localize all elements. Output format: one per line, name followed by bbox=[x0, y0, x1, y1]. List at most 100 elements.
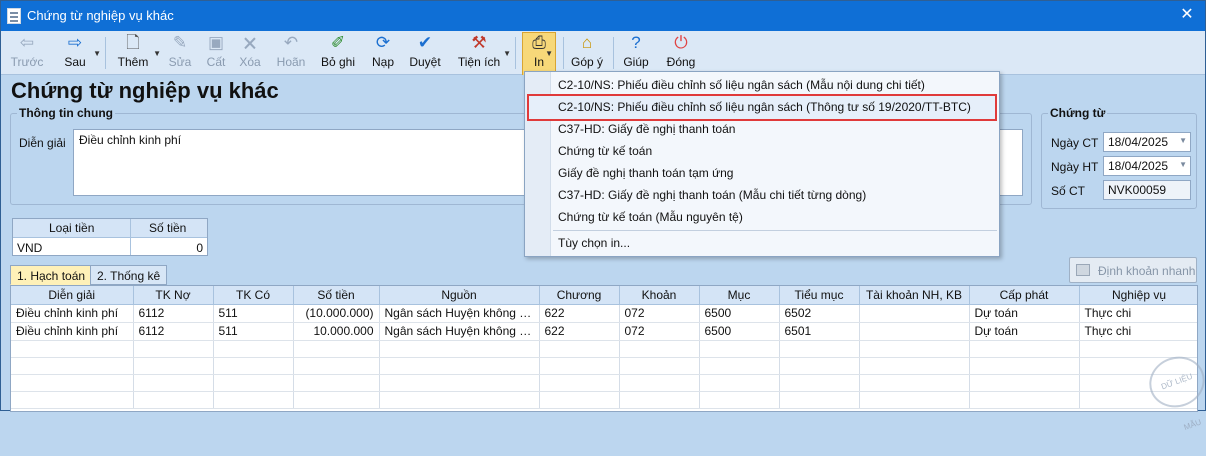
cell[interactable]: 6112 bbox=[133, 304, 214, 323]
cell[interactable]: Điều chỉnh kinh phí bbox=[11, 322, 134, 341]
feedback-button[interactable]: ⌂ Góp ý bbox=[569, 33, 605, 73]
cell[interactable]: 511 bbox=[213, 304, 294, 323]
save-button[interactable]: ▣ Cất bbox=[201, 33, 231, 73]
close-window-button[interactable]: ✕ bbox=[1177, 5, 1197, 25]
chevron-down-icon[interactable]: ▼ bbox=[1179, 160, 1187, 169]
tab-thong-ke[interactable]: 2. Thống kê bbox=[90, 265, 168, 285]
currency-type-header: Loại tiền bbox=[49, 221, 95, 235]
cell[interactable]: Dự toán bbox=[969, 322, 1080, 341]
cell[interactable]: Ngân sách Huyện không tự c... bbox=[379, 304, 540, 323]
toolbar: ⇦ Trước ⇨ Sau ▼ 🗋 Thêm ▼ ✎ Sửa ▣ Cất 🗙 X… bbox=[1, 31, 1205, 75]
unpost-button[interactable]: ✐ Bỏ ghi bbox=[317, 33, 359, 73]
cell[interactable]: Dự toán bbox=[969, 304, 1080, 323]
help-button[interactable]: ? Giúp bbox=[621, 33, 651, 73]
currency-type-value[interactable]: VND bbox=[17, 241, 42, 255]
checkmark-icon: ✔ bbox=[417, 33, 433, 52]
cell[interactable]: 6112 bbox=[133, 322, 214, 341]
arrow-right-icon: ⇨ bbox=[67, 33, 83, 52]
undo-icon: ↶ bbox=[283, 33, 299, 52]
quick-posting-button[interactable]: Định khoản nhanh bbox=[1069, 257, 1197, 283]
delete-button[interactable]: 🗙 Xóa bbox=[235, 33, 265, 73]
edit-icon: ✎ bbox=[172, 33, 188, 52]
cell[interactable]: 072 bbox=[619, 304, 700, 323]
voucher-legend: Chứng từ bbox=[1048, 106, 1108, 120]
cell[interactable]: 511 bbox=[213, 322, 294, 341]
so-ct-field[interactable]: NVK00059 bbox=[1103, 180, 1191, 200]
table-row[interactable] bbox=[11, 374, 1197, 392]
cell[interactable]: (10.000.000) bbox=[293, 304, 380, 323]
table-row[interactable]: Điều chỉnh kinh phí 6112 511 (10.000.000… bbox=[11, 304, 1197, 323]
cell[interactable] bbox=[859, 322, 970, 341]
tab-hach-toan[interactable]: 1. Hạch toán bbox=[10, 265, 93, 285]
edit-button[interactable]: ✎ Sửa bbox=[165, 33, 195, 73]
cell[interactable]: 622 bbox=[539, 304, 620, 323]
add-button[interactable]: 🗋 Thêm ▼ bbox=[113, 33, 161, 73]
menu-item-nguyen-te[interactable]: Chứng từ kế toán (Mẫu nguyên tệ) bbox=[558, 206, 743, 228]
col-cap-phat[interactable]: Cấp phát bbox=[969, 286, 1080, 305]
cell[interactable]: Thực chi bbox=[1079, 304, 1197, 323]
cell[interactable]: 6502 bbox=[779, 304, 860, 323]
col-nguon[interactable]: Nguồn bbox=[379, 286, 540, 305]
menu-item-c2-10-tt19-highlighted[interactable]: C2-10/NS: Phiếu điều chỉnh số liệu ngân … bbox=[558, 96, 971, 118]
col-tai-khoan-nh[interactable]: Tài khoản NH, KB bbox=[859, 286, 970, 305]
currency-amount-value[interactable]: 0 bbox=[196, 241, 203, 255]
col-tk-co[interactable]: TK Có bbox=[213, 286, 294, 305]
utilities-button[interactable]: ⚒ Tiện ích ▼ bbox=[455, 33, 511, 73]
col-khoan[interactable]: Khoản bbox=[619, 286, 700, 305]
cell[interactable]: Thực chi bbox=[1079, 322, 1197, 341]
refresh-icon: ⟳ bbox=[375, 33, 391, 52]
menu-item-chung-tu-ke-toan[interactable]: Chứng từ kế toán bbox=[558, 140, 652, 162]
grid-header: Diễn giải TK Nợ TK Có Số tiền Nguồn Chươ… bbox=[11, 286, 1197, 305]
ngay-ht-field[interactable]: 18/04/2025 ▼ bbox=[1103, 156, 1191, 176]
table-row[interactable] bbox=[11, 391, 1197, 409]
menu-item-print-options[interactable]: Tùy chọn in... bbox=[558, 232, 630, 254]
chevron-down-icon[interactable]: ▼ bbox=[503, 49, 511, 58]
menu-item-c37-hd-detail[interactable]: C37-HD: Giấy đề nghị thanh toán (Mẫu chi… bbox=[558, 184, 866, 206]
col-so-tien[interactable]: Số tiền bbox=[293, 286, 380, 305]
table-row[interactable] bbox=[11, 357, 1197, 375]
col-muc[interactable]: Mục bbox=[699, 286, 780, 305]
window-title: Chứng từ nghiệp vụ khác bbox=[27, 8, 174, 23]
table-row[interactable] bbox=[11, 340, 1197, 358]
ngay-ht-value: 18/04/2025 bbox=[1108, 159, 1169, 173]
table-row[interactable]: Điều chỉnh kinh phí 6112 511 10.000.000 … bbox=[11, 322, 1197, 341]
ngay-ct-field[interactable]: 18/04/2025 ▼ bbox=[1103, 132, 1191, 152]
menu-item-c37-hd[interactable]: C37-HD: Giấy đề nghị thanh toán bbox=[558, 118, 735, 140]
general-info-legend: Thông tin chung bbox=[17, 106, 115, 120]
cell[interactable] bbox=[859, 304, 970, 323]
cell[interactable]: 072 bbox=[619, 322, 700, 341]
reload-button[interactable]: ⟳ Nạp bbox=[367, 33, 399, 73]
new-document-icon: 🗋 bbox=[126, 33, 140, 52]
cell[interactable]: 6500 bbox=[699, 322, 780, 341]
ngay-ct-value: 18/04/2025 bbox=[1108, 135, 1169, 149]
power-icon: ⏻ bbox=[674, 33, 688, 52]
toolbar-separator bbox=[515, 37, 516, 69]
menu-item-tam-ung[interactable]: Giấy đề nghị thanh toán tạm ứng bbox=[558, 162, 733, 184]
col-nghiep-vu[interactable]: Nghiệp vụ bbox=[1079, 286, 1197, 305]
next-button[interactable]: ⇨ Sau ▼ bbox=[57, 33, 101, 73]
close-button[interactable]: ⏻ Đóng bbox=[663, 33, 699, 73]
approve-button[interactable]: ✔ Duyệt bbox=[405, 33, 445, 73]
title-bar: Chứng từ nghiệp vụ khác ✕ bbox=[1, 1, 1205, 31]
chevron-down-icon[interactable]: ▼ bbox=[153, 49, 161, 58]
cell[interactable]: Ngân sách Huyện không tự c... bbox=[379, 322, 540, 341]
chevron-down-icon[interactable]: ▼ bbox=[1179, 136, 1187, 145]
back-button[interactable]: ⇦ Trước bbox=[7, 33, 47, 73]
menu-item-c2-10-detail[interactable]: C2-10/NS: Phiếu điều chỉnh số liệu ngân … bbox=[558, 74, 925, 96]
cell[interactable]: 10.000.000 bbox=[293, 322, 380, 341]
voucher-group: Chứng từ Ngày CT 18/04/2025 ▼ Ngày HT 18… bbox=[1041, 106, 1197, 209]
ngay-ht-label: Ngày HT bbox=[1051, 160, 1099, 174]
chevron-down-icon[interactable]: ▼ bbox=[93, 49, 101, 58]
cell[interactable]: 6501 bbox=[779, 322, 860, 341]
col-tk-no[interactable]: TK Nợ bbox=[133, 286, 214, 305]
cell[interactable]: 6500 bbox=[699, 304, 780, 323]
chevron-down-icon[interactable]: ▼ bbox=[545, 49, 553, 58]
col-chuong[interactable]: Chương bbox=[539, 286, 620, 305]
col-dien-giai[interactable]: Diễn giải bbox=[11, 286, 134, 305]
print-button[interactable]: ⎙ In ▼ bbox=[522, 32, 556, 75]
col-tieu-muc[interactable]: Tiểu mục bbox=[779, 286, 860, 305]
undo-button[interactable]: ↶ Hoãn bbox=[273, 33, 309, 73]
cell[interactable]: 622 bbox=[539, 322, 620, 341]
save-icon: ▣ bbox=[207, 33, 225, 52]
cell[interactable]: Điều chỉnh kinh phí bbox=[11, 304, 134, 323]
